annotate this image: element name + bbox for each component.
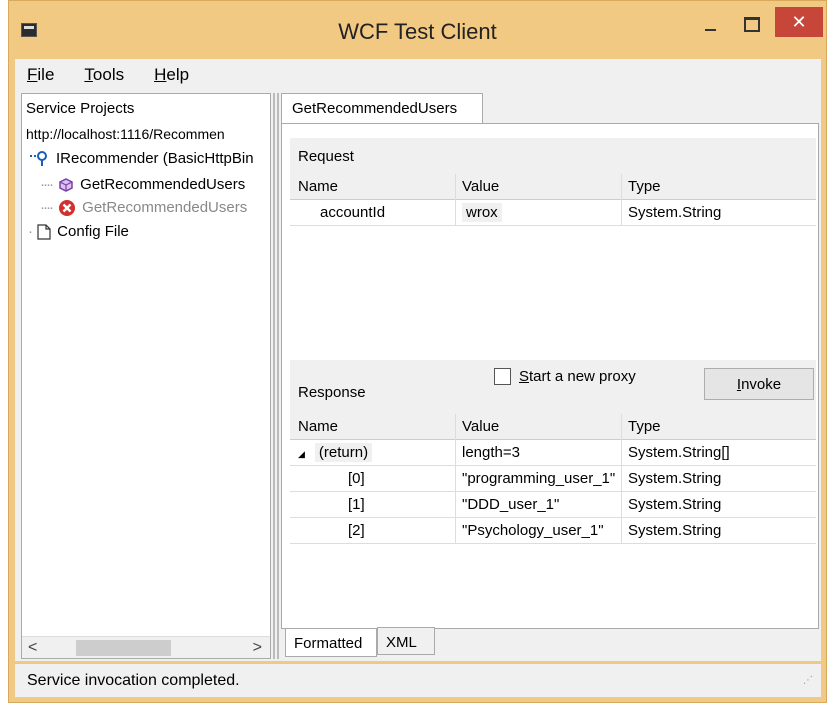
tab-get-recommended-users[interactable]: GetRecommendedUsers bbox=[281, 93, 483, 123]
result-type: System.String bbox=[628, 470, 722, 487]
invoke-button[interactable]: Invoke bbox=[704, 368, 814, 400]
minimize-button[interactable] bbox=[691, 7, 729, 41]
operation-icon bbox=[59, 178, 73, 192]
response-grid-header: Name Value Type bbox=[290, 414, 816, 440]
request-grid: Name Value Type accountId wrox System.St… bbox=[290, 174, 816, 226]
response-header: Response Start a new proxy Invoke bbox=[290, 360, 816, 414]
result-name[interactable]: ◢ (return) bbox=[290, 440, 456, 466]
file-icon bbox=[37, 224, 51, 240]
column-header-value: Value bbox=[456, 174, 622, 200]
status-bar: Service invocation completed. ⋰ bbox=[15, 663, 821, 697]
param-name: accountId bbox=[290, 200, 456, 226]
expander-icon[interactable]: ◢ bbox=[298, 449, 305, 459]
table-row[interactable]: [2] "Psychology_user_1" System.String bbox=[290, 518, 816, 544]
param-value[interactable]: wrox bbox=[456, 200, 622, 226]
column-header-name: Name bbox=[290, 414, 456, 440]
column-header-type: Type bbox=[628, 178, 661, 195]
result-value: "programming_user_1" bbox=[456, 466, 622, 492]
result-value: length=3 bbox=[456, 440, 622, 466]
tree-operation-error-label: GetRecommendedUsers bbox=[82, 199, 248, 216]
tree-service-url[interactable]: http://localhost:1116/Recommen bbox=[26, 126, 225, 142]
column-header-name: Name bbox=[290, 174, 456, 200]
result-type: System.String bbox=[628, 522, 722, 539]
tree-root[interactable]: Service Projects bbox=[26, 100, 134, 117]
request-header: Request bbox=[290, 138, 816, 174]
tab-xml[interactable]: XML bbox=[377, 627, 435, 655]
start-new-proxy-checkbox[interactable]: Start a new proxy bbox=[494, 368, 636, 385]
close-button[interactable]: ✕ bbox=[775, 7, 823, 37]
resize-grip-icon[interactable]: ⋰ bbox=[803, 676, 815, 691]
response-grid: Name Value Type ◢ (return) length=3 Syste… bbox=[290, 414, 816, 544]
operation-pane: GetRecommendedUsers Request Name Value T… bbox=[281, 93, 819, 659]
operation-body: Request Name Value Type accountId wrox S… bbox=[281, 123, 819, 629]
result-name: [1] bbox=[290, 492, 456, 518]
status-text: Service invocation completed. bbox=[27, 672, 240, 689]
window: WCF Test Client ✕ File Tools Help Servic… bbox=[8, 0, 827, 703]
menu-help[interactable]: Help bbox=[154, 65, 189, 85]
tree-operation[interactable]: ···· GetRecommendedUsers bbox=[40, 176, 245, 193]
pane-splitter[interactable] bbox=[273, 93, 279, 659]
result-value: "DDD_user_1" bbox=[456, 492, 622, 518]
view-tabs: Formatted XML bbox=[281, 627, 819, 659]
table-row[interactable]: ◢ (return) length=3 System.String[] bbox=[290, 440, 816, 466]
checkbox-box[interactable] bbox=[494, 368, 511, 385]
title-bar: WCF Test Client ✕ bbox=[9, 1, 826, 59]
horizontal-scrollbar[interactable]: < > bbox=[22, 636, 270, 658]
result-type: System.String bbox=[628, 496, 722, 513]
column-header-type: Type bbox=[628, 418, 661, 435]
result-type: System.String[] bbox=[628, 444, 730, 461]
result-name: [0] bbox=[290, 466, 456, 492]
tree-config-label: Config File bbox=[57, 223, 129, 240]
main-area: Service Projects http://localhost:1116/R… bbox=[15, 91, 821, 661]
request-grid-header: Name Value Type bbox=[290, 174, 816, 200]
response-title: Response bbox=[298, 384, 366, 401]
scroll-thumb[interactable] bbox=[76, 640, 171, 656]
result-name: [2] bbox=[290, 518, 456, 544]
table-row[interactable]: accountId wrox System.String bbox=[290, 200, 816, 226]
tree-interface-label: IRecommender (BasicHttpBin bbox=[56, 150, 254, 167]
menu-tools[interactable]: Tools bbox=[84, 65, 124, 85]
tab-formatted[interactable]: Formatted bbox=[285, 629, 377, 657]
tree-interface[interactable]: IRecommender (BasicHttpBin bbox=[28, 150, 254, 167]
result-value: "Psychology_user_1" bbox=[456, 518, 622, 544]
error-icon bbox=[59, 200, 76, 217]
tree-operation-error[interactable]: ···· GetRecommendedUsers bbox=[40, 199, 247, 217]
table-row[interactable]: [0] "programming_user_1" System.String bbox=[290, 466, 816, 492]
table-row[interactable]: [1] "DDD_user_1" System.String bbox=[290, 492, 816, 518]
interface-icon bbox=[30, 151, 47, 167]
maximize-button[interactable] bbox=[733, 7, 771, 41]
scroll-left-icon[interactable]: < bbox=[28, 639, 37, 657]
column-header-value: Value bbox=[456, 414, 622, 440]
menu-bar: File Tools Help bbox=[15, 59, 821, 91]
scroll-right-icon[interactable]: > bbox=[253, 639, 262, 657]
tree-operation-label: GetRecommendedUsers bbox=[80, 176, 246, 193]
service-tree: Service Projects http://localhost:1116/R… bbox=[21, 93, 271, 659]
start-new-proxy-label: Start a new proxy bbox=[519, 368, 636, 385]
tree-config-file[interactable]: · Config File bbox=[28, 223, 129, 240]
menu-file[interactable]: File bbox=[27, 65, 54, 85]
param-type: System.String bbox=[628, 204, 722, 221]
